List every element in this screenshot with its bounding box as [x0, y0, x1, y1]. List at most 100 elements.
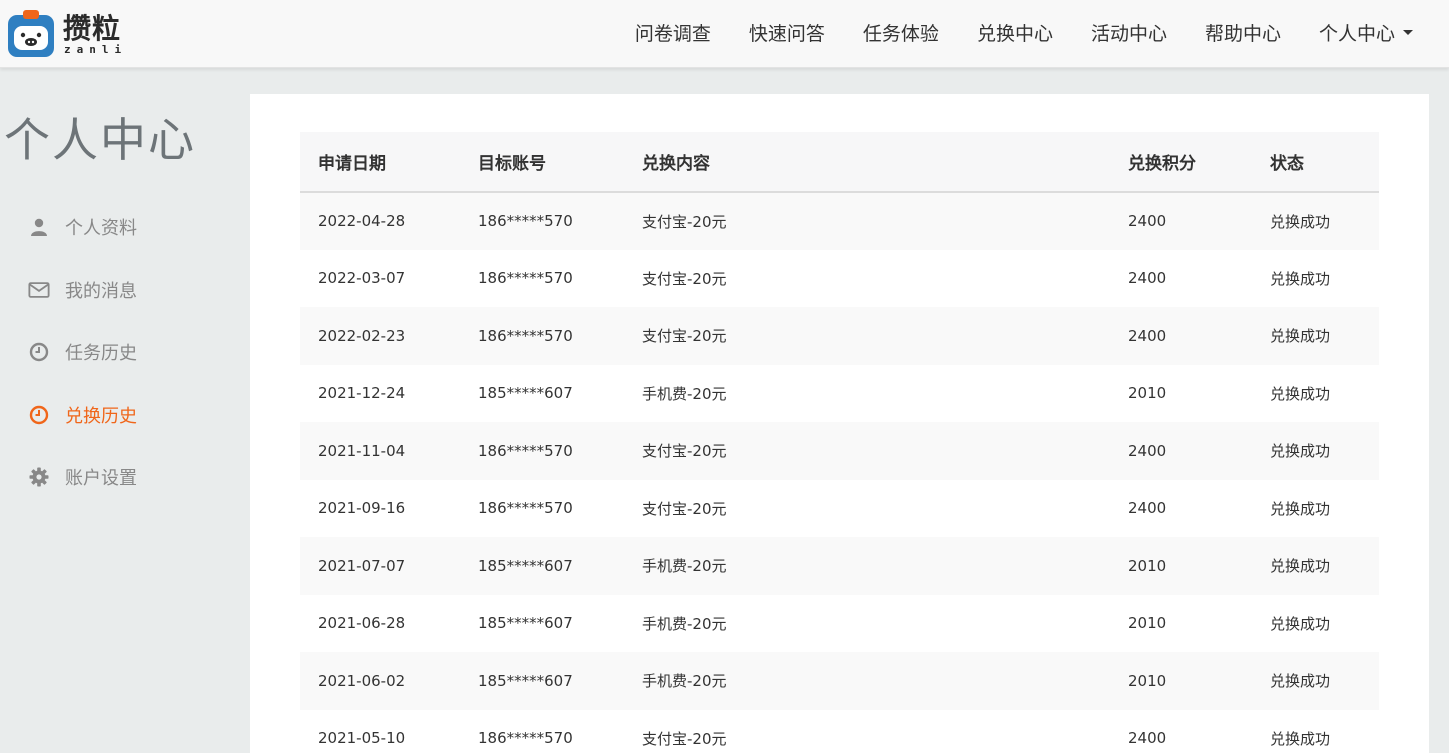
sidebar-item-label: 账户设置	[65, 468, 137, 490]
cell-content: 手机费-20元	[624, 652, 1110, 710]
envelope-icon	[28, 279, 50, 301]
cell-date: 2022-02-23	[300, 307, 460, 365]
table-row: 2021-06-28 185*****607 手机费-20元 2010 兑换成功	[300, 594, 1379, 652]
caret-down-icon	[1403, 29, 1413, 35]
clock-icon	[28, 341, 50, 363]
cell-status: 兑换成功	[1252, 192, 1379, 250]
brand-subname: zanli	[64, 43, 128, 56]
cell-status: 兑换成功	[1252, 479, 1379, 537]
cell-account: 185*****607	[460, 364, 624, 422]
table-row: 2021-06-02 185*****607 手机费-20元 2010 兑换成功	[300, 652, 1379, 710]
cell-status: 兑换成功	[1252, 594, 1379, 652]
table-row: 2022-03-07 186*****570 支付宝-20元 2400 兑换成功	[300, 249, 1379, 307]
cell-date: 2021-06-02	[300, 652, 460, 710]
cell-date: 2021-11-04	[300, 422, 460, 480]
cell-points: 2400	[1110, 192, 1252, 250]
cell-account: 185*****607	[460, 537, 624, 595]
cell-points: 2010	[1110, 652, 1252, 710]
sidebar-item-profile[interactable]: 个人资料	[28, 196, 137, 259]
nav-activity-center[interactable]: 活动中心	[1091, 19, 1167, 46]
nav-quick-qa[interactable]: 快速问答	[749, 19, 825, 46]
sidebar-item-account-settings[interactable]: 账户设置	[28, 446, 137, 509]
table-row: 2021-07-07 185*****607 手机费-20元 2010 兑换成功	[300, 537, 1379, 595]
cell-date: 2021-09-16	[300, 479, 460, 537]
cell-points: 2010	[1110, 594, 1252, 652]
sidebar-item-label: 个人资料	[65, 218, 137, 240]
cell-date: 2021-07-07	[300, 537, 460, 595]
clock-icon	[28, 404, 50, 426]
cell-date: 2022-03-07	[300, 249, 460, 307]
column-header-date: 申请日期	[300, 132, 460, 193]
cell-status: 兑换成功	[1252, 249, 1379, 307]
cell-content: 支付宝-20元	[624, 479, 1110, 537]
pig-logo-icon	[8, 10, 54, 57]
table-row: 2021-09-16 186*****570 支付宝-20元 2400 兑换成功	[300, 479, 1379, 537]
top-navbar: 攒粒 zanli 问卷调查 快速问答 任务体验 兑换中心 活动中心 帮助中心 个…	[0, 0, 1449, 68]
column-header-status: 状态	[1252, 132, 1379, 193]
cell-account: 186*****570	[460, 479, 624, 537]
cell-points: 2400	[1110, 307, 1252, 365]
cell-date: 2021-06-28	[300, 594, 460, 652]
cell-status: 兑换成功	[1252, 537, 1379, 595]
user-icon	[28, 216, 50, 238]
nav-help-center[interactable]: 帮助中心	[1205, 19, 1281, 46]
cell-date: 2021-12-24	[300, 364, 460, 422]
cell-content: 支付宝-20元	[624, 192, 1110, 250]
sidebar-item-label: 我的消息	[65, 280, 137, 302]
cell-status: 兑换成功	[1252, 422, 1379, 480]
cell-points: 2400	[1110, 479, 1252, 537]
cell-account: 185*****607	[460, 594, 624, 652]
main-nav: 问卷调查 快速问答 任务体验 兑换中心 活动中心 帮助中心 个人中心	[597, 0, 1413, 64]
table-row: 2021-12-24 185*****607 手机费-20元 2010 兑换成功	[300, 364, 1379, 422]
table-row: 2021-05-10 186*****570 支付宝-20元 2400 兑换成功	[300, 709, 1379, 753]
cell-status: 兑换成功	[1252, 652, 1379, 710]
cell-account: 186*****570	[460, 709, 624, 753]
cell-points: 2400	[1110, 709, 1252, 753]
column-header-content: 兑换内容	[624, 132, 1110, 193]
cell-points: 2400	[1110, 422, 1252, 480]
nav-task-experience[interactable]: 任务体验	[863, 19, 939, 46]
cell-points: 2400	[1110, 249, 1252, 307]
table-row: 2022-04-28 186*****570 支付宝-20元 2400 兑换成功	[300, 192, 1379, 250]
cell-content: 手机费-20元	[624, 594, 1110, 652]
cell-account: 186*****570	[460, 422, 624, 480]
cell-account: 186*****570	[460, 307, 624, 365]
cell-points: 2010	[1110, 364, 1252, 422]
cell-points: 2010	[1110, 537, 1252, 595]
sidebar-item-label: 任务历史	[65, 343, 137, 365]
nav-personal-center-dropdown[interactable]: 个人中心	[1319, 19, 1413, 46]
sidebar-menu: 个人资料 我的消息 任务历史 兑换历史 账户设置	[28, 196, 137, 509]
gear-icon	[28, 466, 50, 488]
nav-exchange-center[interactable]: 兑换中心	[977, 19, 1053, 46]
cell-account: 185*****607	[460, 652, 624, 710]
sidebar-item-exchange-history[interactable]: 兑换历史	[28, 384, 137, 447]
cell-status: 兑换成功	[1252, 709, 1379, 753]
cell-content: 手机费-20元	[624, 364, 1110, 422]
cell-content: 支付宝-20元	[624, 709, 1110, 753]
cell-content: 支付宝-20元	[624, 422, 1110, 480]
exchange-history-panel: 申请日期 目标账号 兑换内容 兑换积分 状态 2022-04-28 186***…	[250, 94, 1429, 753]
cell-date: 2022-04-28	[300, 192, 460, 250]
sidebar-item-task-history[interactable]: 任务历史	[28, 321, 137, 384]
cell-account: 186*****570	[460, 192, 624, 250]
cell-status: 兑换成功	[1252, 364, 1379, 422]
cell-content: 支付宝-20元	[624, 249, 1110, 307]
nav-survey[interactable]: 问卷调查	[635, 19, 711, 46]
cell-date: 2021-05-10	[300, 709, 460, 753]
exchange-history-table: 申请日期 目标账号 兑换内容 兑换积分 状态 2022-04-28 186***…	[300, 132, 1379, 753]
cell-account: 186*****570	[460, 249, 624, 307]
brand-name: 攒粒	[63, 12, 122, 45]
column-header-account: 目标账号	[460, 132, 624, 193]
sidebar-item-label: 兑换历史	[65, 405, 137, 427]
sidebar-item-messages[interactable]: 我的消息	[28, 259, 137, 322]
cell-content: 手机费-20元	[624, 537, 1110, 595]
sidebar-title: 个人中心	[4, 113, 196, 167]
column-header-points: 兑换积分	[1110, 132, 1252, 193]
brand-logo[interactable]: 攒粒 zanli	[6, 5, 122, 57]
cell-content: 支付宝-20元	[624, 307, 1110, 365]
sidebar: 个人中心 个人资料 我的消息 任务历史 兑换历史 账户设置	[0, 68, 250, 753]
cell-status: 兑换成功	[1252, 307, 1379, 365]
table-row: 2022-02-23 186*****570 支付宝-20元 2400 兑换成功	[300, 307, 1379, 365]
table-row: 2021-11-04 186*****570 支付宝-20元 2400 兑换成功	[300, 422, 1379, 480]
table-header-row: 申请日期 目标账号 兑换内容 兑换积分 状态	[300, 132, 1379, 193]
